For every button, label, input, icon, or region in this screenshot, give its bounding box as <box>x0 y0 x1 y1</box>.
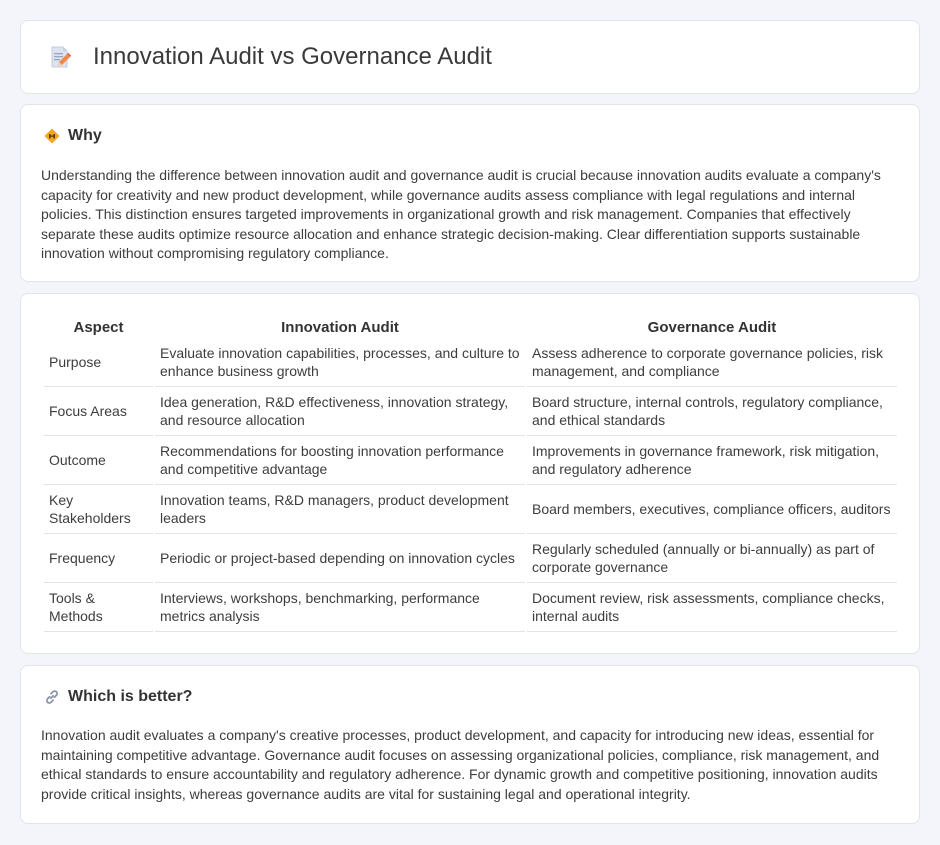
why-section: Why Understanding the difference between… <box>20 104 920 282</box>
aspect-cell: Focus Areas <box>44 387 153 436</box>
governance-cell: Improvements in governance framework, ri… <box>527 436 897 485</box>
aspect-cell: Purpose <box>44 338 153 387</box>
which-is-better-heading: Which is better? <box>68 688 193 705</box>
governance-cell: Assess adherence to corporate governance… <box>527 338 897 387</box>
governance-cell: Board structure, internal controls, regu… <box>527 387 897 436</box>
aspect-cell: Tools & Methods <box>44 583 153 632</box>
table-row: Tools & Methods Interviews, workshops, b… <box>44 583 897 632</box>
governance-cell: Document review, risk assessments, compl… <box>527 583 897 632</box>
innovation-cell: Interviews, workshops, benchmarking, per… <box>155 583 525 632</box>
header-governance-audit: Governance Audit <box>647 318 777 336</box>
table-row: Frequency Periodic or project-based depe… <box>44 534 897 583</box>
header-innovation-audit: Innovation Audit <box>281 318 399 336</box>
table-header-row: Aspect Innovation Audit Governance Audit <box>44 316 897 338</box>
innovation-cell: Idea generation, R&D effectiveness, inno… <box>155 387 525 436</box>
governance-cell: Board members, executives, compliance of… <box>527 485 897 534</box>
link-icon <box>43 688 61 706</box>
table-row: Key Stakeholders Innovation teams, R&D m… <box>44 485 897 534</box>
innovation-cell: Periodic or project-based depending on i… <box>155 534 525 583</box>
document-pen-icon <box>47 44 73 70</box>
innovation-cell: Innovation teams, R&D managers, product … <box>155 485 525 534</box>
aspect-cell: Key Stakeholders <box>44 485 153 534</box>
header-aspect: Aspect <box>73 318 124 336</box>
title-card: Innovation Audit vs Governance Audit <box>20 20 920 94</box>
table-row: Purpose Evaluate innovation capabilities… <box>44 338 897 387</box>
aspect-cell: Frequency <box>44 534 153 583</box>
comparison-table: Aspect Innovation Audit Governance Audit… <box>42 316 899 632</box>
table-row: Outcome Recommendations for boosting inn… <box>44 436 897 485</box>
why-text: Understanding the difference between inn… <box>41 167 881 262</box>
which-is-better-text: Innovation audit evaluates a company's c… <box>41 727 880 802</box>
diamond-sign-icon <box>43 127 61 145</box>
governance-cell: Regularly scheduled (annually or bi-annu… <box>527 534 897 583</box>
comparison-section: Aspect Innovation Audit Governance Audit… <box>20 293 920 654</box>
aspect-cell: Outcome <box>44 436 153 485</box>
which-is-better-section: Which is better? Innovation audit evalua… <box>20 665 920 824</box>
innovation-cell: Recommendations for boosting innovation … <box>155 436 525 485</box>
page-title: Innovation Audit vs Governance Audit <box>93 43 492 70</box>
why-heading: Why <box>68 127 102 144</box>
table-row: Focus Areas Idea generation, R&D effecti… <box>44 387 897 436</box>
innovation-cell: Evaluate innovation capabilities, proces… <box>155 338 525 387</box>
